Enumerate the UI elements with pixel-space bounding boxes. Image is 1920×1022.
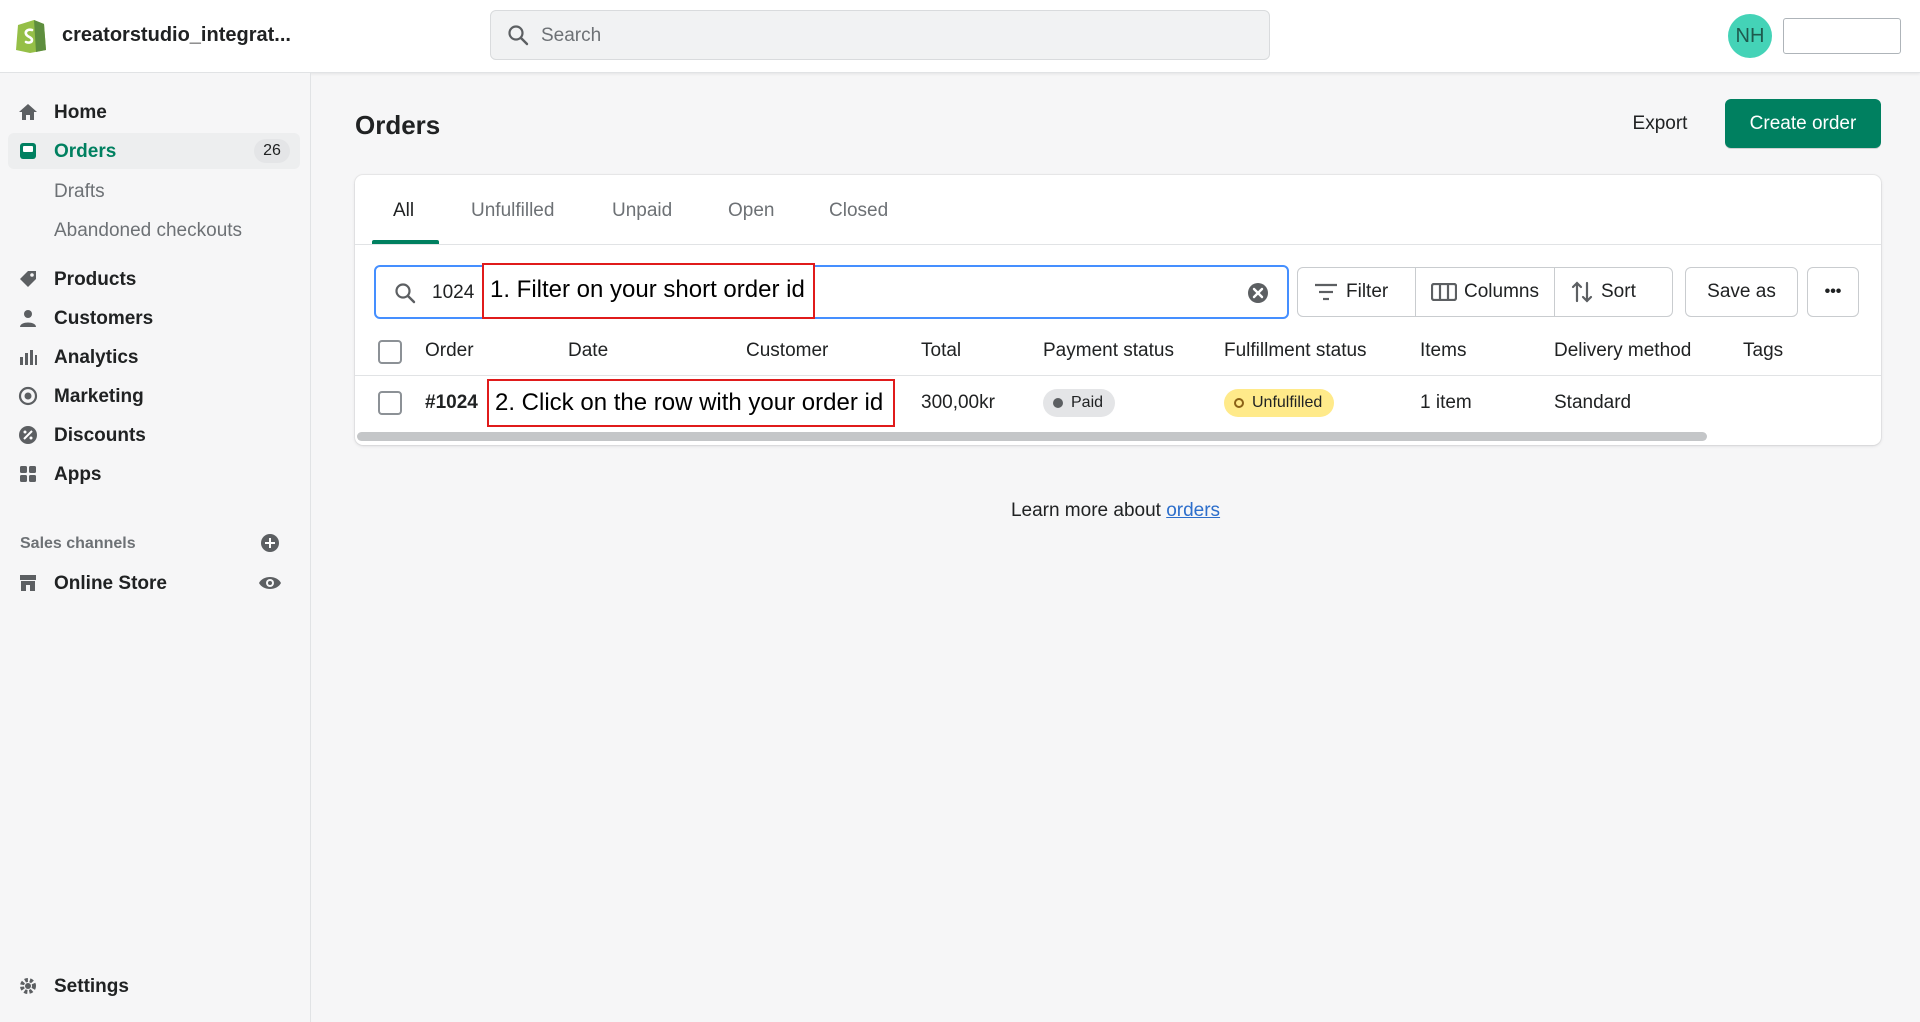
- fulfillment-status-label: Unfulfilled: [1252, 394, 1323, 411]
- row-items: 1 item: [1420, 392, 1472, 413]
- table-horizontal-scrollbar[interactable]: [357, 432, 1707, 441]
- learn-more-text: Learn more about orders: [311, 500, 1920, 522]
- home-icon: [19, 104, 37, 120]
- sales-channels-label: Sales channels: [20, 535, 136, 552]
- search-icon: [508, 25, 529, 46]
- tab-all[interactable]: All: [393, 200, 414, 222]
- target-icon: [18, 386, 38, 406]
- tab-unfulfilled[interactable]: Unfulfilled: [471, 200, 554, 222]
- col-order[interactable]: Order: [425, 340, 474, 362]
- add-channel-icon[interactable]: [260, 533, 280, 553]
- filter-button[interactable]: Filter: [1298, 268, 1415, 316]
- columns-label: Columns: [1464, 281, 1539, 302]
- payment-status-badge: Paid: [1043, 389, 1116, 417]
- fulfillment-status-badge: Unfulfilled: [1224, 389, 1335, 417]
- col-delivery-method[interactable]: Delivery method: [1554, 340, 1691, 362]
- col-payment-status[interactable]: Payment status: [1043, 340, 1174, 362]
- row-total: 300,00kr: [921, 392, 995, 413]
- col-total[interactable]: Total: [921, 340, 961, 362]
- tab-unpaid[interactable]: Unpaid: [612, 200, 672, 222]
- sidebar-item-label: Settings: [54, 976, 129, 997]
- more-dots-icon: •••: [1824, 283, 1842, 300]
- shopify-logo[interactable]: [14, 16, 48, 54]
- sidebar-item-label: Marketing: [54, 386, 144, 407]
- store-name[interactable]: creatorstudio_integrat...: [62, 24, 291, 47]
- orders-icon: [20, 143, 36, 159]
- annotation-step-1: 1. Filter on your short order id: [482, 263, 815, 319]
- sidebar-item-products[interactable]: Products: [8, 261, 300, 297]
- bar-chart-icon: [20, 350, 37, 365]
- person-icon: [20, 310, 36, 327]
- create-order-button[interactable]: Create order: [1725, 99, 1881, 148]
- col-tags[interactable]: Tags: [1743, 340, 1783, 362]
- sidebar-item-label: Orders: [54, 141, 117, 162]
- orders-help-link[interactable]: orders: [1166, 500, 1220, 521]
- sidebar-item-home[interactable]: Home: [8, 94, 300, 130]
- col-customer[interactable]: Customer: [746, 340, 828, 362]
- sidebar-item-analytics[interactable]: Analytics: [8, 339, 300, 375]
- sort-label: Sort: [1601, 281, 1636, 302]
- tab-closed[interactable]: Closed: [829, 200, 888, 222]
- row-order-id[interactable]: #1024: [425, 392, 478, 414]
- columns-button[interactable]: Columns: [1416, 268, 1554, 316]
- sidebar-item-label: Online Store: [54, 573, 167, 594]
- row-delivery-method: Standard: [1554, 392, 1632, 413]
- search-placeholder: Search: [541, 25, 602, 46]
- sidebar-item-label: Home: [54, 102, 107, 123]
- filter-label: Filter: [1346, 281, 1389, 302]
- col-items[interactable]: Items: [1420, 340, 1466, 362]
- sort-button[interactable]: Sort: [1555, 268, 1672, 316]
- payment-dot-icon: [1053, 398, 1063, 408]
- sidebar-item-orders[interactable]: Orders 26: [8, 133, 300, 169]
- col-date[interactable]: Date: [568, 340, 608, 362]
- sidebar-item-marketing[interactable]: Marketing: [8, 378, 300, 414]
- filter-query-text: 1024: [432, 282, 475, 303]
- orders-count-badge: 26: [254, 139, 290, 163]
- tag-icon: [20, 271, 36, 287]
- payment-status-label: Paid: [1071, 394, 1104, 411]
- global-search-input[interactable]: Search: [490, 10, 1270, 60]
- apps-icon: [20, 466, 36, 482]
- eye-icon[interactable]: [258, 573, 282, 593]
- sidebar-item-label: Analytics: [54, 347, 139, 368]
- select-all-checkbox[interactable]: [378, 340, 402, 364]
- filter-lines-icon: [1315, 283, 1337, 301]
- user-avatar[interactable]: NH: [1728, 14, 1772, 58]
- sidebar-item-label: Discounts: [54, 425, 146, 446]
- search-icon: [395, 283, 416, 304]
- sidebar-item-discounts[interactable]: Discounts: [8, 417, 300, 453]
- col-fulfillment-status[interactable]: Fulfillment status: [1224, 340, 1367, 362]
- columns-icon: [1431, 283, 1457, 301]
- sidebar-item-customers[interactable]: Customers: [8, 300, 300, 336]
- clear-search-icon[interactable]: [1247, 282, 1269, 304]
- sidebar-item-label: Customers: [54, 308, 154, 329]
- top-bar: creatorstudio_integrat... Search NH: [0, 0, 1920, 73]
- discount-icon: [19, 426, 37, 444]
- sidebar-item-label: Products: [54, 269, 137, 290]
- filter-toolbar: Filter Columns Sort: [1297, 267, 1673, 317]
- account-menu[interactable]: [1783, 18, 1901, 54]
- row-checkbox[interactable]: [378, 391, 402, 415]
- sort-arrows-icon: [1571, 281, 1593, 303]
- gear-icon: [20, 978, 36, 994]
- page-title: Orders: [355, 110, 441, 140]
- learn-more-prefix: Learn more about: [1010, 500, 1167, 521]
- fulfillment-ring-icon: [1234, 398, 1244, 408]
- tab-open[interactable]: Open: [728, 200, 774, 222]
- annotation-step-2: 2. Click on the row with your order id: [487, 379, 895, 427]
- sidebar-item-apps[interactable]: Apps: [8, 456, 300, 492]
- order-tabs: All Unfulfilled Unpaid Open Closed: [355, 175, 1881, 245]
- sidebar-subitem-drafts[interactable]: Drafts: [54, 181, 105, 203]
- save-as-button[interactable]: Save as: [1685, 267, 1798, 317]
- export-button[interactable]: Export: [1610, 100, 1710, 148]
- more-actions-button[interactable]: •••: [1807, 267, 1859, 317]
- sidebar-item-label: Apps: [54, 464, 102, 485]
- sidebar-subitem-abandoned-checkouts[interactable]: Abandoned checkouts: [54, 220, 242, 242]
- store-icon: [20, 575, 36, 591]
- sidebar-item-online-store[interactable]: Online Store: [8, 565, 300, 601]
- save-as-label: Save as: [1707, 281, 1776, 302]
- active-tab-indicator: [372, 240, 439, 244]
- sidebar-item-settings[interactable]: Settings: [8, 968, 300, 1004]
